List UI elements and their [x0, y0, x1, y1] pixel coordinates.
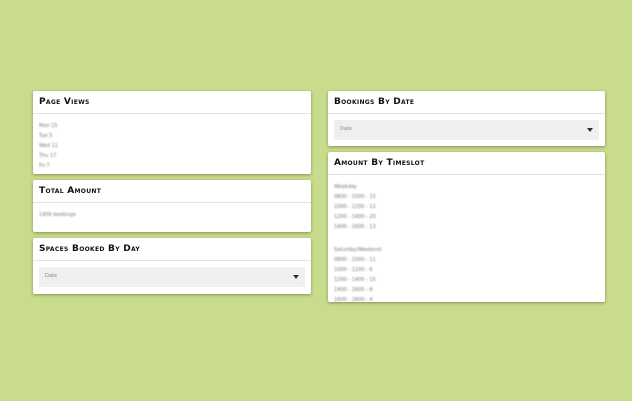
spaces-booked-select[interactable]: Date [39, 267, 305, 287]
total-amount-body: 1400 bookings [33, 203, 311, 228]
page-views-line: Wed 11 [39, 143, 58, 149]
select-value: Date [45, 273, 57, 279]
total-amount-card: Total Amount 1400 bookings [33, 180, 311, 232]
amount-by-timeslot-card: Amount By Timeslot Weekday 0800 - 1000 -… [328, 152, 605, 303]
timeslot-line: 1600 - 1800 - 4 [334, 297, 373, 303]
bookings-by-date-title: Bookings By Date [328, 91, 605, 114]
timeslot-line: 1200 - 1400 - 15 [334, 277, 376, 283]
timeslot-line: 1400 - 1600 - 8 [334, 287, 373, 293]
timeslot-line: 1200 - 1400 - 20 [334, 214, 376, 220]
timeslot-line: Weekday [334, 184, 357, 190]
amount-by-timeslot-body: Weekday 0800 - 1000 - 15 1000 - 1200 - 1… [328, 175, 605, 313]
timeslot-line: 0800 - 1000 - 15 [334, 194, 376, 200]
page-views-title: Page Views [33, 91, 311, 114]
bookings-by-date-card: Bookings By Date Date [328, 91, 605, 146]
spaces-booked-title: Spaces Booked By Day [33, 238, 311, 261]
page-views-card: Page Views Mon 15 Tue 5 Wed 11 Thu 17 Fr… [33, 91, 311, 174]
bookings-by-date-body: Date [328, 120, 605, 146]
timeslot-line: 1000 - 1200 - 12 [334, 204, 376, 210]
spaces-booked-body: Date [33, 267, 311, 293]
timeslot-line: 1400 - 1600 - 13 [334, 224, 376, 230]
timeslot-line: 1000 - 1200 - 6 [334, 267, 373, 273]
page-views-body: Mon 15 Tue 5 Wed 11 Thu 17 Fri 7 [33, 114, 311, 179]
total-amount-title: Total Amount [33, 180, 311, 203]
select-value: Date [340, 126, 352, 132]
timeslot-line: 0800 - 1000 - 11 [334, 257, 376, 263]
chevron-down-icon [587, 128, 593, 132]
timeslot-line: Saturday/Weekend [334, 247, 382, 253]
amount-by-timeslot-title: Amount By Timeslot [328, 152, 605, 175]
page-views-line: Mon 15 [39, 123, 58, 129]
page-views-line: Thu 17 [39, 153, 57, 159]
chevron-down-icon [293, 275, 299, 279]
page-views-line: Fri 7 [39, 163, 50, 169]
page-views-line: Tue 5 [39, 133, 53, 139]
bookings-by-date-select[interactable]: Date [334, 120, 599, 140]
total-amount-value: 1400 bookings [39, 212, 76, 218]
spaces-booked-card: Spaces Booked By Day Date [33, 238, 311, 294]
